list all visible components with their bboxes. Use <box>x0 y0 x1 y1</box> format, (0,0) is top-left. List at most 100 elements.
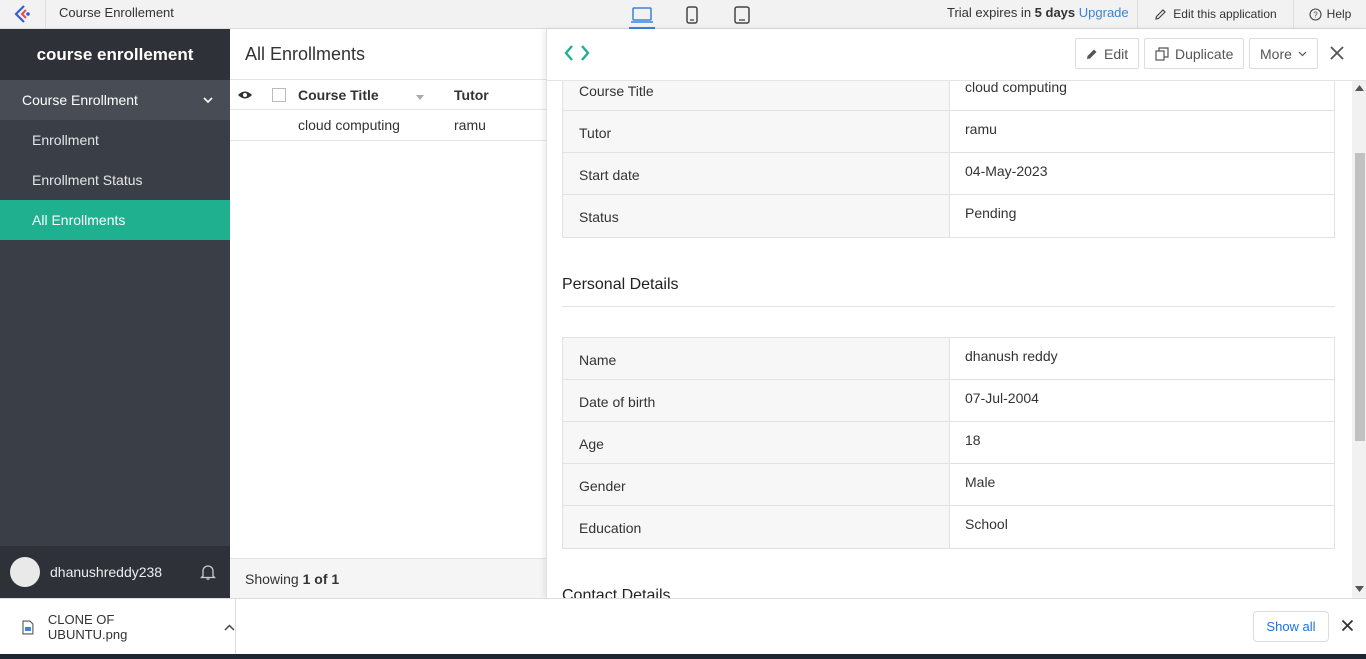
enrollment-details-table: Course Title cloud computing Tutor ramu St… <box>562 81 1335 238</box>
detail-row: Start date 04-May-2023 <box>563 153 1334 195</box>
user-profile[interactable]: dhanushreddy238 <box>0 546 230 598</box>
taskbar <box>0 654 1366 659</box>
trial-notice: Trial expires in 5 days Upgrade <box>947 5 1129 20</box>
footer-prefix: Showing <box>245 570 299 587</box>
edit-label: Edit <box>1104 45 1129 62</box>
scrollbar-thumb[interactable] <box>1355 153 1365 441</box>
detail-header: Edit Duplicate More <box>547 29 1366 81</box>
help-icon: ? <box>1309 7 1322 21</box>
trial-days: 5 days <box>1034 5 1076 20</box>
detail-row: Status Pending <box>563 195 1334 237</box>
table-header: Course Title Tutor <box>230 80 546 110</box>
row-label: Age <box>563 422 950 463</box>
detail-panel: Edit Duplicate More Course Title cloud co… <box>546 29 1366 598</box>
show-all-button[interactable]: Show all <box>1253 611 1329 642</box>
sidebar-section-course-enrollment[interactable]: Course Enrollment <box>0 80 230 120</box>
row-value: School <box>965 516 1008 532</box>
chevron-up-icon[interactable] <box>224 623 235 631</box>
sidebar-item-enrollment[interactable]: Enrollment <box>0 120 230 160</box>
app-logo-icon[interactable] <box>0 0 46 28</box>
column-course-title[interactable]: Course Title <box>298 87 416 103</box>
top-bar: Course Enrollement Trial expires in 5 da… <box>0 0 1366 29</box>
section-divider <box>562 306 1335 307</box>
scroll-up-icon[interactable] <box>1355 85 1364 91</box>
personal-details-table: Name dhanush reddy Date of birth 07-Jul-20… <box>562 337 1335 549</box>
row-value: dhanush reddy <box>965 348 1058 364</box>
row-value: Pending <box>965 205 1017 221</box>
mobile-icon[interactable] <box>678 4 706 26</box>
edit-button[interactable]: Edit <box>1075 38 1140 69</box>
row-value: 18 <box>965 432 981 448</box>
desktop-icon[interactable] <box>628 4 656 29</box>
duplicate-label: Duplicate <box>1175 45 1234 62</box>
edit-application-label: Edit this application <box>1173 7 1277 21</box>
row-label: Course Title <box>563 81 950 110</box>
app-title: Course Enrollement <box>59 5 174 20</box>
detail-row: Education School <box>563 506 1334 548</box>
column-tutor[interactable]: Tutor <box>454 87 489 103</box>
svg-text:?: ? <box>1313 10 1318 19</box>
tablet-icon[interactable] <box>728 4 756 26</box>
row-label: Start date <box>563 153 950 194</box>
row-label: Tutor <box>563 111 950 152</box>
detail-body: Course Title cloud computing Tutor ramu St… <box>547 81 1352 598</box>
page-title: All Enrollments <box>230 29 546 80</box>
row-value: 07-Jul-2004 <box>965 390 1039 406</box>
code-icon[interactable] <box>564 43 590 63</box>
pencil-icon <box>1155 8 1167 20</box>
row-label: Name <box>563 338 950 379</box>
footer-count: 1 of 1 <box>302 570 340 587</box>
download-file-name: CLONE OF UBUNTU.png <box>47 612 128 642</box>
more-label: More <box>1260 45 1292 62</box>
row-value: ramu <box>965 121 997 137</box>
sort-icon[interactable] <box>416 87 454 103</box>
list-footer: Showing 1 of 1 <box>230 558 546 598</box>
detail-scrollbar[interactable] <box>1352 81 1366 598</box>
close-icon[interactable] <box>1341 619 1354 632</box>
detail-row: Age 18 <box>563 422 1334 464</box>
personal-details-heading: Personal Details <box>562 276 679 293</box>
sidebar-app-name: course enrollement <box>0 29 230 80</box>
row-label: Education <box>563 506 950 548</box>
row-label: Status <box>563 195 950 237</box>
trial-text: Trial expires in <box>947 5 1035 20</box>
eye-icon[interactable] <box>230 90 260 100</box>
close-icon[interactable] <box>1329 45 1345 61</box>
chevron-down-icon <box>1298 51 1307 56</box>
row-value: cloud computing <box>965 81 1067 95</box>
duplicate-icon <box>1155 46 1169 61</box>
sidebar-section-label: Course Enrollment <box>22 92 138 108</box>
scroll-down-icon[interactable] <box>1355 586 1364 592</box>
upgrade-link[interactable]: Upgrade <box>1079 5 1129 20</box>
sidebar-item-enrollment-status[interactable]: Enrollment Status <box>0 160 230 200</box>
detail-row: Date of birth 07-Jul-2004 <box>563 380 1334 422</box>
pencil-icon <box>1087 49 1097 59</box>
cell-tutor: ramu <box>454 117 486 133</box>
file-icon <box>22 620 34 634</box>
list-panel: All Enrollments Course Title Tutor cloud… <box>230 29 546 598</box>
device-switcher <box>628 4 756 29</box>
download-bar: CLONE OF UBUNTU.png Show all <box>0 598 1366 655</box>
more-button[interactable]: More <box>1249 38 1318 69</box>
bell-icon[interactable] <box>200 563 216 581</box>
detail-row: Name dhanush reddy <box>563 338 1334 380</box>
avatar <box>10 557 40 587</box>
row-label: Date of birth <box>563 380 950 421</box>
detail-row: Course Title cloud computing <box>563 81 1334 111</box>
detail-row: Tutor ramu <box>563 111 1334 153</box>
row-label: Gender <box>563 464 950 505</box>
download-item[interactable]: CLONE OF UBUNTU.png <box>0 599 236 655</box>
help-label: Help <box>1326 7 1352 21</box>
row-value: Male <box>965 474 996 490</box>
help-button[interactable]: ? Help <box>1293 0 1366 28</box>
duplicate-button[interactable]: Duplicate <box>1144 38 1245 69</box>
contact-details-heading: Contact Details <box>562 587 671 598</box>
edit-application-button[interactable]: Edit this application <box>1137 0 1293 28</box>
sidebar-item-all-enrollments[interactable]: All Enrollments <box>0 200 230 240</box>
select-all-checkbox[interactable] <box>272 87 286 102</box>
table-row[interactable]: cloud computing ramu <box>230 110 546 141</box>
row-value: 04-May-2023 <box>965 163 1048 179</box>
username: dhanushreddy238 <box>50 564 163 580</box>
detail-row: Gender Male <box>563 464 1334 506</box>
sidebar: course enrollement Course Enrollment Enr… <box>0 29 230 598</box>
